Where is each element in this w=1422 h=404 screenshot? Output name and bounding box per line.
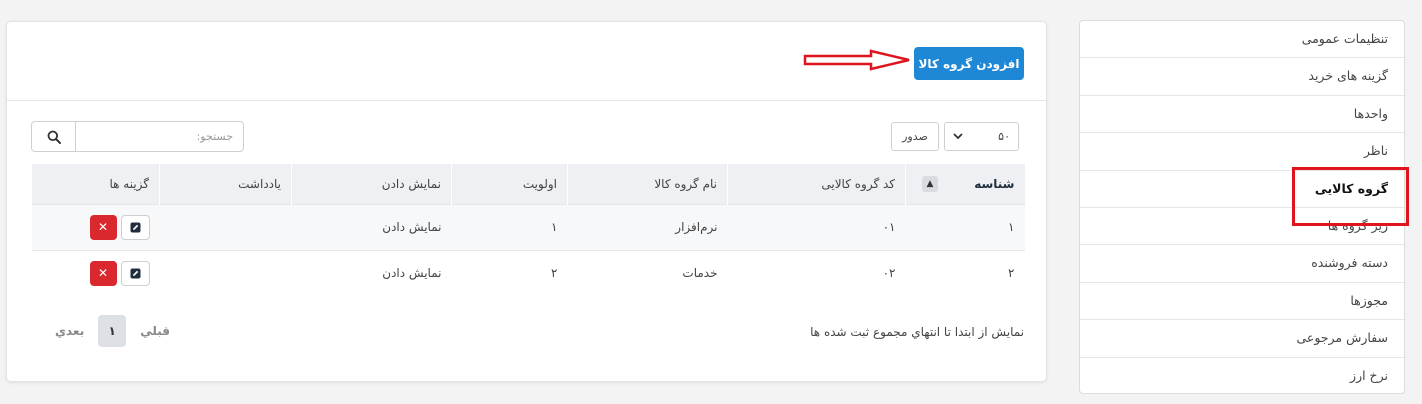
- sidebar-item-purchase-options[interactable]: گزینه های خرید: [1080, 58, 1404, 96]
- table-header-row: گزینه ها یادداشت نمایش دادن اولویت نام گ…: [31, 164, 1025, 204]
- cell-group-code: ۰۲: [727, 249, 906, 296]
- product-groups-card: افزودن گروه کالا صدور ۵۰ گزینه ها یادداش…: [6, 21, 1047, 382]
- cell-display: نمایش دادن: [291, 203, 452, 250]
- cell-id: ۱: [905, 203, 1025, 250]
- sidebar-item-units[interactable]: واحدها: [1080, 96, 1404, 134]
- pagination-page-current[interactable]: ۱: [98, 315, 127, 347]
- card-divider: [7, 100, 1046, 101]
- sort-ascending-icon[interactable]: ▲: [922, 175, 938, 192]
- edit-icon: [130, 268, 140, 279]
- cell-id: ۲: [905, 249, 1025, 296]
- column-header-display[interactable]: نمایش دادن: [291, 164, 452, 204]
- column-header-note[interactable]: یادداشت: [159, 164, 292, 204]
- pagination-previous[interactable]: قبلي: [140, 324, 170, 338]
- cell-group-code: ۰۱: [727, 203, 906, 250]
- table-info-text: نمایش از ابتدا تا انتهاي مجموع ثبت شده ه…: [810, 325, 1024, 339]
- column-header-group-code[interactable]: کد گروه کالایی: [727, 164, 906, 204]
- annotation-arrow-icon: [803, 49, 910, 71]
- sidebar-item-product-groups[interactable]: گروه کالایی: [1080, 171, 1404, 208]
- cell-group-name: نرم‌افزار: [567, 203, 728, 250]
- column-header-options: گزینه ها: [31, 164, 160, 204]
- delete-button[interactable]: ✕: [89, 260, 117, 286]
- row-actions: ✕: [31, 203, 160, 250]
- column-header-group-code-label: کد گروه کالایی: [821, 176, 895, 191]
- column-header-id[interactable]: شناسه ▲: [905, 164, 1025, 204]
- cell-priority: ۱: [451, 203, 568, 250]
- pagination-next[interactable]: بعدي: [55, 324, 84, 338]
- page-size-select[interactable]: ۵۰: [944, 122, 1019, 151]
- rows-label: صدور: [891, 122, 939, 151]
- search-box: [31, 121, 244, 152]
- search-input[interactable]: [76, 122, 243, 151]
- cell-priority: ۲: [451, 249, 568, 296]
- sidebar-item-exchange-rate[interactable]: نرخ ارز: [1080, 358, 1404, 393]
- sidebar-item-supervisor[interactable]: ناظر: [1080, 133, 1404, 171]
- column-header-group-name[interactable]: نام گروه کالا: [567, 164, 728, 204]
- cell-group-name: خدمات: [567, 249, 728, 296]
- search-button[interactable]: [32, 122, 76, 151]
- edit-button[interactable]: [120, 214, 150, 240]
- sidebar-item-return-order[interactable]: سفارش مرجوعی: [1080, 320, 1404, 358]
- delete-button[interactable]: ✕: [89, 214, 117, 240]
- sidebar-item-subgroups[interactable]: زیر گروه ها: [1080, 208, 1404, 246]
- settings-sidebar: تنظیمات عمومی گزینه های خرید واحدها ناظر…: [1079, 20, 1405, 394]
- sidebar-item-seller-category[interactable]: دسته فروشنده: [1080, 245, 1404, 283]
- search-icon: [47, 130, 61, 144]
- chevron-down-icon: [953, 133, 963, 140]
- column-header-priority[interactable]: اولویت: [451, 164, 568, 204]
- cell-note: [159, 249, 292, 296]
- edit-icon: [130, 222, 140, 232]
- close-icon: ✕: [97, 220, 109, 234]
- table-row: ✕ نمایش دادن ۱ نرم‌افزار ۰۱ ۱: [31, 203, 1025, 250]
- close-icon: ✕: [97, 266, 109, 281]
- sidebar-item-permits[interactable]: مجوزها: [1080, 283, 1404, 321]
- product-groups-table: گزینه ها یادداشت نمایش دادن اولویت نام گ…: [31, 164, 1025, 296]
- edit-button[interactable]: [120, 260, 150, 286]
- table-row: ✕ نمایش دادن ۲ خدمات ۰۲ ۲: [31, 249, 1025, 296]
- row-actions: ✕: [31, 249, 160, 296]
- add-product-group-button[interactable]: افزودن گروه کالا: [914, 47, 1024, 80]
- sidebar-item-general-settings[interactable]: تنظیمات عمومی: [1080, 21, 1404, 59]
- pagination: بعدي ۱ قبلي: [55, 315, 170, 347]
- cell-note: [159, 203, 292, 250]
- column-header-id-label: شناسه: [974, 176, 1015, 191]
- page-size-value: ۵۰: [998, 130, 1010, 143]
- cell-display: نمایش دادن: [291, 249, 452, 296]
